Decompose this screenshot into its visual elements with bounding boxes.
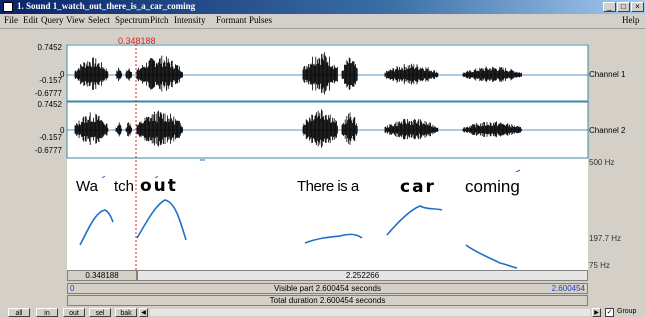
word-tch: tch: [114, 178, 134, 195]
bottom-toolbar: all in out sel bak ◀ ▶ ✓ Group: [0, 307, 645, 318]
zoom-sel-button[interactable]: sel: [89, 308, 111, 317]
total-duration-label: Total duration 2.600454 seconds: [269, 296, 386, 305]
group-label: Group: [617, 308, 637, 315]
total-duration-bar[interactable]: Total duration 2.600454 seconds: [67, 295, 588, 306]
pitch-mid-label: 197.7 Hz: [589, 234, 622, 243]
horizontal-scrollbar[interactable]: [150, 309, 590, 316]
zoom-out-button[interactable]: out: [63, 308, 85, 317]
visible-start-time: 0: [70, 284, 75, 293]
word-there-is-a: There is a: [297, 178, 360, 195]
word-car: car: [400, 177, 436, 197]
visible-end-time: 2.600454: [551, 284, 585, 293]
channel2-label: Channel 2: [589, 126, 626, 135]
group-checkbox[interactable]: ✓: [605, 308, 614, 317]
visible-part-label: Visible part 2.600454 seconds: [273, 284, 382, 293]
word-out: out: [140, 176, 178, 196]
word-wa: Wa: [76, 178, 99, 195]
scroll-right-icon[interactable]: ▶: [592, 308, 601, 317]
zoom-in-button[interactable]: in: [36, 308, 58, 317]
selection-duration[interactable]: 2.252266: [137, 270, 588, 281]
pitch-bottom-label: 75 Hz: [589, 261, 610, 270]
selection-left-time[interactable]: 0.348188: [67, 270, 137, 281]
pitch-top-label: 500 Hz: [589, 158, 615, 167]
zoom-all-button[interactable]: all: [8, 308, 30, 317]
visible-part-bar[interactable]: 0 Visible part 2.600454 seconds 2.600454: [67, 283, 588, 294]
zoom-back-button[interactable]: bak: [115, 308, 137, 317]
word-coming: coming: [465, 177, 520, 196]
scroll-left-icon[interactable]: ◀: [139, 308, 148, 317]
channel1-label: Channel 1: [589, 70, 626, 79]
